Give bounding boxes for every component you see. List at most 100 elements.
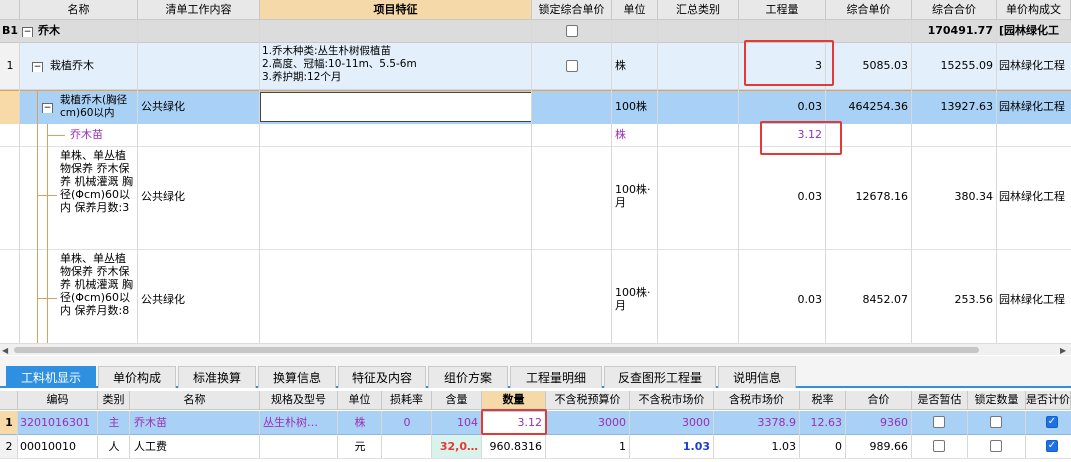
col-header-work[interactable]: 清单工作内容 [138,0,260,20]
scroll-right-icon[interactable]: ▶ [1060,346,1066,355]
col-header-market[interactable]: 不含税市场价 [630,391,714,410]
row-code[interactable]: 00010010 [20,435,98,458]
row-unit-price: 464254.36 [848,100,909,113]
col-header-unit[interactable]: 单位 [612,0,658,20]
col-header-features[interactable]: 项目特征 [260,0,532,20]
col-header-name[interactable]: 名称 [130,391,260,410]
tab-price-composition[interactable]: 单价构成 [98,366,176,388]
grid-line [911,20,912,343]
grid-line [996,20,997,343]
row-qty[interactable]: 0.03 [739,91,826,122]
lock-qty-checkbox[interactable] [990,440,1002,452]
col-header-provisional[interactable]: 是否暂估 [912,391,968,410]
provisional-checkbox[interactable] [933,440,945,452]
col-header-loss[interactable]: 损耗率 [382,391,432,410]
tab-pricing-scheme[interactable]: 组价方案 [428,366,508,388]
collapse-icon[interactable]: − [42,101,54,113]
grid-line [137,20,138,343]
row-name: 栽植乔木(胸径cm)60以内 [60,94,128,119]
scrollbar-thumb[interactable] [14,347,979,353]
row-total: 170491.77 [927,24,993,37]
row-loss[interactable]: 0 [382,411,432,434]
grid-line [97,411,98,458]
col-header-rate[interactable]: 税率 [800,391,846,410]
tab-quantity-detail[interactable]: 工程量明细 [510,366,602,388]
tree-line [37,195,57,196]
row-qty[interactable]: 0.03 [739,147,826,247]
highlight-box [744,40,834,86]
grid-line [967,411,968,458]
priced-checkbox[interactable]: ✓ [1046,416,1058,428]
col-header-name[interactable]: 名称 [20,0,138,20]
tab-standard-conversion[interactable]: 标准换算 [178,366,256,388]
provisional-checkbox[interactable] [933,416,945,428]
col-header-qty[interactable]: 数量 [482,391,546,410]
row-template: 园林绿化工程 [999,59,1065,72]
collapse-icon[interactable]: − [22,25,34,37]
col-header-total[interactable]: 综合合价 [912,0,997,20]
priced-checkbox[interactable]: ✓ [1046,440,1058,452]
col-header-summary[interactable]: 汇总类别 [658,0,739,20]
col-header-unit-price[interactable]: 综合单价 [826,0,912,20]
tab-material[interactable]: 工料机显示 [6,366,96,388]
col-header-content[interactable]: 含量 [432,391,482,410]
scroll-left-icon[interactable]: ◀ [2,346,8,355]
row-template: 园林绿化工程 [999,190,1065,203]
tab-description[interactable]: 说明信息 [718,366,796,388]
row-spec: 丛生朴树… [263,416,318,429]
row-unit: 株 [615,59,626,72]
row-rate: 0 [835,440,842,453]
row-content[interactable]: 104 [432,411,482,434]
col-header-budget[interactable]: 不含税预算价 [546,391,630,410]
col-header-qty[interactable]: 工程量 [739,0,826,20]
col-header-priced[interactable]: 是否计价 [1026,391,1071,410]
col-header-tax-market[interactable]: 含税市场价 [714,391,800,410]
lock-price-checkbox[interactable] [566,25,578,37]
row-content[interactable]: 32,0… [432,435,482,458]
col-header-type[interactable]: 类别 [98,391,130,410]
row-qty[interactable]: 0.03 [739,250,826,350]
highlight-box [481,409,547,435]
col-header-template[interactable]: 单价构成文 [997,0,1071,20]
top-grid: 名称 清单工作内容 项目特征 锁定综合单价 单位 汇总类别 工程量 综合单价 综… [0,0,1071,343]
row-qty[interactable]: 960.8316 [482,435,546,458]
grid-line [738,20,739,343]
lock-price-checkbox[interactable] [566,60,578,72]
row-index [0,91,20,124]
grid-line [259,20,260,343]
col-header-lock-qty[interactable]: 锁定数量 [968,391,1026,410]
row-total: 989.66 [869,440,909,453]
horizontal-scrollbar[interactable]: ◀ ▶ [0,343,1071,355]
row-total: 9360 [880,416,908,429]
features-edit-input[interactable] [260,92,532,122]
row-template: 园林绿化工程 [999,100,1065,113]
tab-graphic-quantity[interactable]: 反查图形工程量 [604,366,716,388]
col-header-lock-price[interactable]: 锁定综合单价 [532,0,612,20]
tree-line [37,90,38,343]
row-market[interactable]: 3000 [630,411,714,434]
row-work: 公共绿化 [141,190,185,203]
row-total: 380.34 [954,190,994,203]
col-header-spec[interactable]: 规格及型号 [260,391,338,410]
row-budget: 3000 [598,416,626,429]
grid-line [845,411,846,458]
grid-line [531,20,532,343]
collapse-icon[interactable]: − [32,60,44,72]
grid-line [431,411,432,458]
highlight-box [760,121,842,155]
tab-conversion-info[interactable]: 换算信息 [258,366,336,388]
row-work: 公共绿化 [141,293,185,306]
row-code[interactable]: 3201016301 [20,411,98,434]
col-header-code[interactable]: 编码 [18,391,98,410]
row-tax-market: 3378.9 [757,416,797,429]
tab-features[interactable]: 特征及内容 [338,366,426,388]
row-market[interactable]: 1.03 [630,435,714,458]
row-name: 单株、单丛植物保养 乔木保养 机械灌溉 胸径(Φcm)60以内 保养月数:8 [60,252,133,317]
col-header-unit[interactable]: 单位 [338,391,382,410]
grid-line [657,20,658,343]
col-header-total[interactable]: 合价 [846,391,912,410]
lock-qty-checkbox[interactable] [990,416,1002,428]
grid-line [713,411,714,458]
row-unit: 株 [615,128,626,141]
row-name: 栽植乔木 [50,59,94,72]
